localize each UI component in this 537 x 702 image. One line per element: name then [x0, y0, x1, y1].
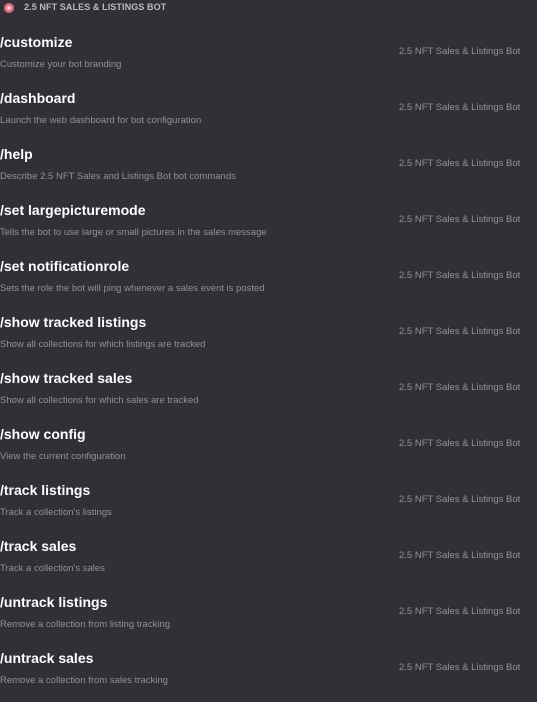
command-item-show-tracked-listings[interactable]: /show tracked listings Show all collecti… — [0, 310, 537, 366]
command-description: Tells the bot to use large or small pict… — [0, 227, 267, 238]
command-item-set-largepicturemode[interactable]: /set largepicturemode Tells the bot to u… — [0, 198, 537, 254]
command-source: 2.5 NFT Sales & Listings Bot — [399, 382, 521, 393]
command-name: /customize — [0, 34, 73, 50]
command-source: 2.5 NFT Sales & Listings Bot — [399, 550, 521, 561]
command-item-help[interactable]: /help Describe 2.5 NFT Sales and Listing… — [0, 142, 537, 198]
command-description: Track a collection's listings — [0, 507, 112, 518]
command-source: 2.5 NFT Sales & Listings Bot — [399, 606, 521, 617]
command-item-track-listings[interactable]: /track listings Track a collection's lis… — [0, 478, 537, 534]
command-name: /dashboard — [0, 90, 76, 106]
command-name: /set notificationrole — [0, 258, 130, 274]
command-source: 2.5 NFT Sales & Listings Bot — [399, 662, 521, 673]
command-name: /track sales — [0, 538, 77, 554]
command-item-set-notificationrole[interactable]: /set notificationrole Sets the role the … — [0, 254, 537, 310]
command-name: /help — [0, 146, 33, 162]
command-source: 2.5 NFT Sales & Listings Bot — [399, 102, 521, 113]
command-name: /track listings — [0, 482, 91, 498]
command-name: /untrack listings — [0, 594, 108, 610]
command-source: 2.5 NFT Sales & Listings Bot — [399, 214, 521, 225]
command-source: 2.5 NFT Sales & Listings Bot — [399, 270, 521, 281]
command-source: 2.5 NFT Sales & Listings Bot — [399, 494, 521, 505]
command-name: /show tracked sales — [0, 370, 133, 386]
command-description: Launch the web dashboard for bot configu… — [0, 115, 202, 126]
command-item-dashboard[interactable]: /dashboard Launch the web dashboard for … — [0, 86, 537, 142]
command-description: Remove a collection from sales tracking — [0, 675, 168, 686]
command-source: 2.5 NFT Sales & Listings Bot — [399, 158, 521, 169]
command-source: 2.5 NFT Sales & Listings Bot — [399, 326, 521, 337]
command-description: Describe 2.5 NFT Sales and Listings Bot … — [0, 171, 236, 182]
command-description: Show all collections for which listings … — [0, 339, 206, 350]
command-description: Customize your bot branding — [0, 59, 122, 70]
command-description: Remove a collection from listing trackin… — [0, 619, 171, 630]
command-description: Sets the role the bot will ping whenever… — [0, 283, 265, 294]
command-name: /show config — [0, 426, 86, 442]
command-list: /customize Customize your bot branding 2… — [0, 30, 537, 702]
command-item-track-sales[interactable]: /track sales Track a collection's sales … — [0, 534, 537, 590]
command-item-customize[interactable]: /customize Customize your bot branding 2… — [0, 30, 537, 86]
command-group-header: 2.5 NFT SALES & LISTINGS BOT — [0, 0, 537, 17]
command-description: Show all collections for which sales are… — [0, 395, 199, 406]
command-item-show-config[interactable]: /show config View the current configurat… — [0, 422, 537, 478]
command-name: /show tracked listings — [0, 314, 147, 330]
command-item-show-tracked-sales[interactable]: /show tracked sales Show all collections… — [0, 366, 537, 422]
command-source: 2.5 NFT Sales & Listings Bot — [399, 438, 521, 449]
command-group-title: 2.5 NFT SALES & LISTINGS BOT — [24, 2, 167, 12]
bot-avatar-icon — [4, 3, 14, 13]
command-name: /untrack sales — [0, 650, 94, 666]
command-item-untrack-listings[interactable]: /untrack listings Remove a collection fr… — [0, 590, 537, 646]
command-item-untrack-sales[interactable]: /untrack sales Remove a collection from … — [0, 646, 537, 702]
command-description: View the current configuration — [0, 451, 126, 462]
command-name: /set largepicturemode — [0, 202, 146, 218]
command-source: 2.5 NFT Sales & Listings Bot — [399, 46, 521, 57]
command-description: Track a collection's sales — [0, 563, 105, 574]
